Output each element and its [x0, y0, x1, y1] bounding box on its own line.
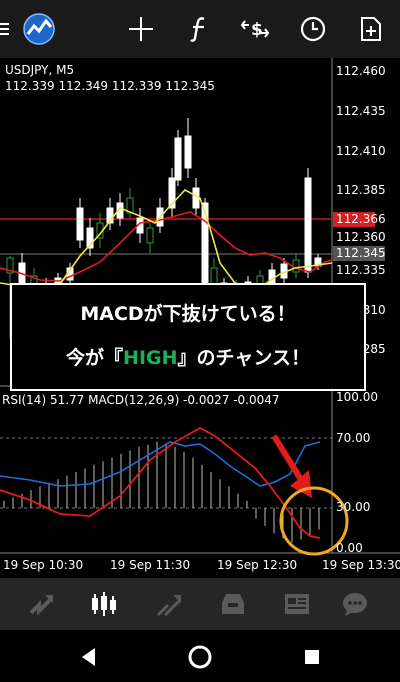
time-axis-label: 19 Sep 10:30: [3, 558, 84, 572]
bottom-navigation: [0, 578, 400, 630]
chat-icon[interactable]: [338, 588, 372, 620]
time-axis-label: 19 Sep 12:30: [217, 558, 298, 572]
caption-line-1: MACDが下抜けている！: [80, 303, 296, 325]
svg-text:$: $: [251, 20, 263, 40]
time-axis-label: 19 Sep 11:30: [110, 558, 191, 572]
home-icon[interactable]: [187, 644, 213, 670]
add-file-icon[interactable]: [356, 14, 386, 44]
crosshair-icon[interactable]: [126, 14, 156, 44]
ohlc-quotes: 112.339 112.349 112.339 112.345: [5, 79, 215, 93]
candle-body: [174, 137, 182, 181]
caption-line-2: 今が『HIGH』のチャンス！: [12, 343, 364, 370]
app-logo-icon[interactable]: [22, 12, 56, 46]
system-navigation: [0, 630, 400, 682]
dollar-swap-icon[interactable]: $: [240, 14, 270, 44]
back-icon[interactable]: [76, 644, 102, 670]
trade-icon[interactable]: [152, 588, 186, 620]
price-tag-red-label: 112.366: [336, 212, 386, 226]
macd-histogram: [3, 441, 320, 543]
caption-suffix: 』のチャンス！: [177, 347, 310, 369]
candle-body: [292, 259, 300, 273]
chart-icon[interactable]: [87, 588, 121, 620]
caption-highlight: HIGH: [123, 347, 178, 369]
time-axis-label: 19 Sep 13:30: [322, 558, 400, 572]
rsi-line: [0, 441, 321, 487]
price-axis-label: 112.460: [336, 64, 386, 78]
top-toolbar: $: [0, 0, 400, 58]
price-axis-label: 112.385: [336, 183, 386, 197]
candle-body: [184, 135, 192, 169]
candle-body: [304, 177, 312, 273]
clock-icon[interactable]: [298, 14, 328, 44]
quotes-icon[interactable]: [24, 588, 58, 620]
indicator-level-label: 70.00: [336, 431, 371, 445]
price-tag-gray-label: 112.345: [336, 246, 386, 260]
symbol-label: USDJPY, M5: [5, 63, 75, 77]
candle-body: [146, 227, 154, 244]
indicator-level-label: 30.00: [336, 500, 371, 514]
candle-body: [192, 187, 200, 209]
caption-prefix: 今が『: [66, 347, 124, 369]
function-icon[interactable]: [184, 14, 214, 44]
price-axis-label: 112.335: [336, 263, 386, 277]
history-icon[interactable]: [216, 588, 250, 620]
indicator-level-label: 100.00: [336, 390, 378, 404]
candle-body: [76, 207, 84, 241]
news-icon[interactable]: [280, 588, 314, 620]
price-axis-label: 112.410: [336, 144, 386, 158]
indicator-label: RSI(14) 51.77 MACD(12,26,9) -0.0027 -0.0…: [2, 393, 280, 407]
price-axis-label: 112.360: [336, 230, 386, 244]
recents-icon[interactable]: [299, 644, 325, 670]
price-axis-label: 112.435: [336, 104, 386, 118]
menu-icon[interactable]: [0, 14, 14, 44]
caption-box: MACDが下抜けている！ 今が『HIGH』のチャンス！: [10, 283, 366, 391]
indicator-level-label: 0.00: [336, 541, 363, 555]
